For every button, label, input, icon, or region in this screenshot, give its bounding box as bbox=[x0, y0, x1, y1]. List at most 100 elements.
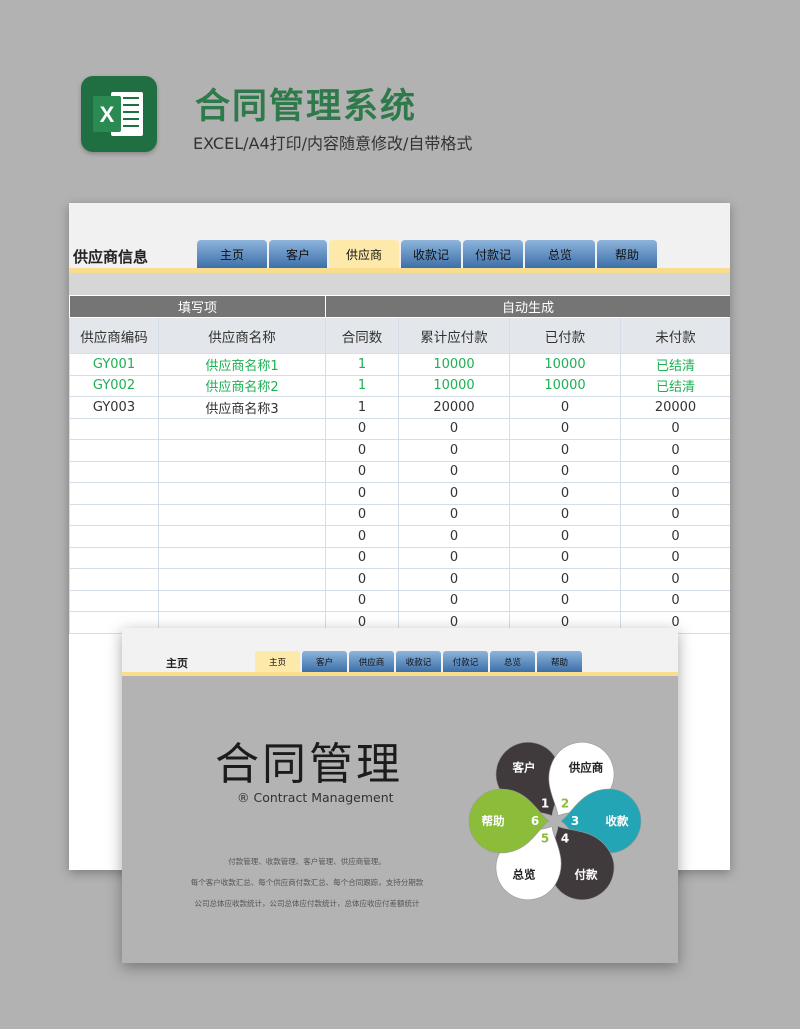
petal-number: 6 bbox=[531, 814, 539, 828]
table-cell[interactable]: 0 bbox=[325, 460, 400, 483]
table-cell[interactable]: 0 bbox=[620, 503, 730, 526]
tab-customer[interactable]: 客户 bbox=[269, 240, 327, 268]
table-cell[interactable]: 0 bbox=[509, 589, 622, 612]
table-cell[interactable] bbox=[69, 589, 159, 612]
table-cell[interactable]: 0 bbox=[398, 503, 511, 526]
table-cell[interactable]: 0 bbox=[398, 417, 511, 440]
table-cell[interactable] bbox=[69, 439, 159, 462]
table-cell[interactable] bbox=[157, 503, 327, 526]
petal-label[interactable]: 总览 bbox=[513, 868, 536, 882]
table-cell[interactable]: 0 bbox=[620, 546, 730, 569]
table-cell[interactable] bbox=[157, 525, 327, 548]
table-cell[interactable]: 0 bbox=[509, 525, 622, 548]
tab-payments[interactable]: 付款记 bbox=[443, 651, 488, 672]
tab-supplier[interactable]: 供应商 bbox=[349, 651, 394, 672]
tab-supplier[interactable]: 供应商 bbox=[329, 240, 399, 268]
table-cell[interactable]: 供应商名称1 bbox=[157, 353, 327, 376]
table-cell[interactable]: GY001 bbox=[69, 353, 159, 376]
tab-payments[interactable]: 付款记 bbox=[463, 240, 523, 268]
table-cell[interactable]: 0 bbox=[620, 460, 730, 483]
table-cell[interactable]: 0 bbox=[509, 439, 622, 462]
table-cell[interactable]: 10000 bbox=[398, 374, 511, 397]
table-cell[interactable]: 0 bbox=[620, 439, 730, 462]
table-cell[interactable]: 0 bbox=[325, 503, 400, 526]
table-cell[interactable]: 供应商名称3 bbox=[157, 396, 327, 419]
table-cell[interactable]: 10000 bbox=[509, 353, 622, 376]
table-cell[interactable] bbox=[157, 460, 327, 483]
table-cell[interactable]: 1 bbox=[325, 353, 400, 376]
table-cell[interactable]: 0 bbox=[398, 525, 511, 548]
table-cell[interactable]: 0 bbox=[509, 568, 622, 591]
table-cell[interactable]: 0 bbox=[620, 482, 730, 505]
table-cell[interactable]: 0 bbox=[620, 589, 730, 612]
table-cell[interactable] bbox=[157, 482, 327, 505]
table-cell[interactable]: 0 bbox=[398, 546, 511, 569]
table-cell[interactable]: 0 bbox=[325, 482, 400, 505]
table-cell[interactable]: 0 bbox=[620, 568, 730, 591]
petal-label[interactable]: 供应商 bbox=[568, 760, 604, 774]
petal-label[interactable]: 收款 bbox=[606, 814, 629, 828]
table-cell[interactable]: 0 bbox=[325, 546, 400, 569]
table-cell[interactable]: 0 bbox=[509, 503, 622, 526]
table-cell[interactable]: 已结清 bbox=[620, 374, 730, 397]
table-cell[interactable] bbox=[69, 460, 159, 483]
table-row: 0000 bbox=[69, 417, 730, 440]
table-cell[interactable] bbox=[69, 417, 159, 440]
tab-overview[interactable]: 总览 bbox=[490, 651, 535, 672]
tab-help[interactable]: 帮助 bbox=[537, 651, 582, 672]
table-cell[interactable]: 0 bbox=[398, 589, 511, 612]
petal-label[interactable]: 客户 bbox=[512, 760, 536, 774]
table-cell[interactable]: 已结清 bbox=[620, 353, 730, 376]
table-cell[interactable]: 1 bbox=[325, 396, 400, 419]
table-cell[interactable] bbox=[69, 503, 159, 526]
tab-customer[interactable]: 客户 bbox=[302, 651, 347, 672]
table-cell[interactable]: 20000 bbox=[398, 396, 511, 419]
table-cell[interactable] bbox=[157, 439, 327, 462]
column-header: 供应商名称 bbox=[157, 317, 327, 354]
table-cell[interactable]: GY002 bbox=[69, 374, 159, 397]
table-cell[interactable] bbox=[69, 525, 159, 548]
table-row: 0000 bbox=[69, 589, 730, 612]
table-cell[interactable]: 0 bbox=[509, 417, 622, 440]
table-cell[interactable]: 10000 bbox=[509, 374, 622, 397]
table-cell[interactable]: 0 bbox=[509, 460, 622, 483]
table-cell[interactable]: 20000 bbox=[620, 396, 730, 419]
tab-help[interactable]: 帮助 bbox=[597, 240, 657, 268]
table-cell[interactable]: 供应商名称2 bbox=[157, 374, 327, 397]
table-cell[interactable]: 0 bbox=[325, 568, 400, 591]
table-cell[interactable]: 0 bbox=[509, 396, 622, 419]
tab-receipts[interactable]: 收款记 bbox=[401, 240, 461, 268]
table-cell[interactable] bbox=[157, 589, 327, 612]
table-cell[interactable] bbox=[69, 482, 159, 505]
tab-overview[interactable]: 总览 bbox=[525, 240, 595, 268]
table-cell[interactable]: 0 bbox=[398, 482, 511, 505]
table-cell[interactable] bbox=[69, 568, 159, 591]
table-cell[interactable]: 0 bbox=[509, 546, 622, 569]
table-cell[interactable] bbox=[157, 546, 327, 569]
table-cell[interactable]: 0 bbox=[398, 460, 511, 483]
table-cell[interactable] bbox=[157, 417, 327, 440]
table-cell[interactable]: 0 bbox=[398, 439, 511, 462]
table-cell[interactable]: 0 bbox=[325, 439, 400, 462]
table-cell[interactable]: 0 bbox=[620, 525, 730, 548]
column-header: 合同数 bbox=[325, 317, 400, 354]
tab-home[interactable]: 主页 bbox=[197, 240, 267, 268]
table-cell[interactable]: GY003 bbox=[69, 396, 159, 419]
header-divider bbox=[69, 273, 730, 295]
petal-label[interactable]: 付款 bbox=[575, 868, 598, 882]
tab-home[interactable]: 主页 bbox=[255, 651, 300, 672]
petal-label[interactable]: 帮助 bbox=[482, 814, 505, 828]
table-cell[interactable]: 0 bbox=[398, 568, 511, 591]
table-cell[interactable]: 0 bbox=[509, 482, 622, 505]
table-cell[interactable]: 1 bbox=[325, 374, 400, 397]
table-cell[interactable] bbox=[157, 568, 327, 591]
table-cell[interactable]: 0 bbox=[620, 417, 730, 440]
petal-number: 4 bbox=[561, 831, 569, 845]
tab-receipts[interactable]: 收款记 bbox=[396, 651, 441, 672]
table-cell[interactable] bbox=[69, 546, 159, 569]
table-cell[interactable]: 0 bbox=[325, 589, 400, 612]
table-cell[interactable]: 0 bbox=[325, 525, 400, 548]
table-cell[interactable]: 0 bbox=[325, 417, 400, 440]
petal-number: 2 bbox=[561, 797, 569, 811]
table-cell[interactable]: 10000 bbox=[398, 353, 511, 376]
